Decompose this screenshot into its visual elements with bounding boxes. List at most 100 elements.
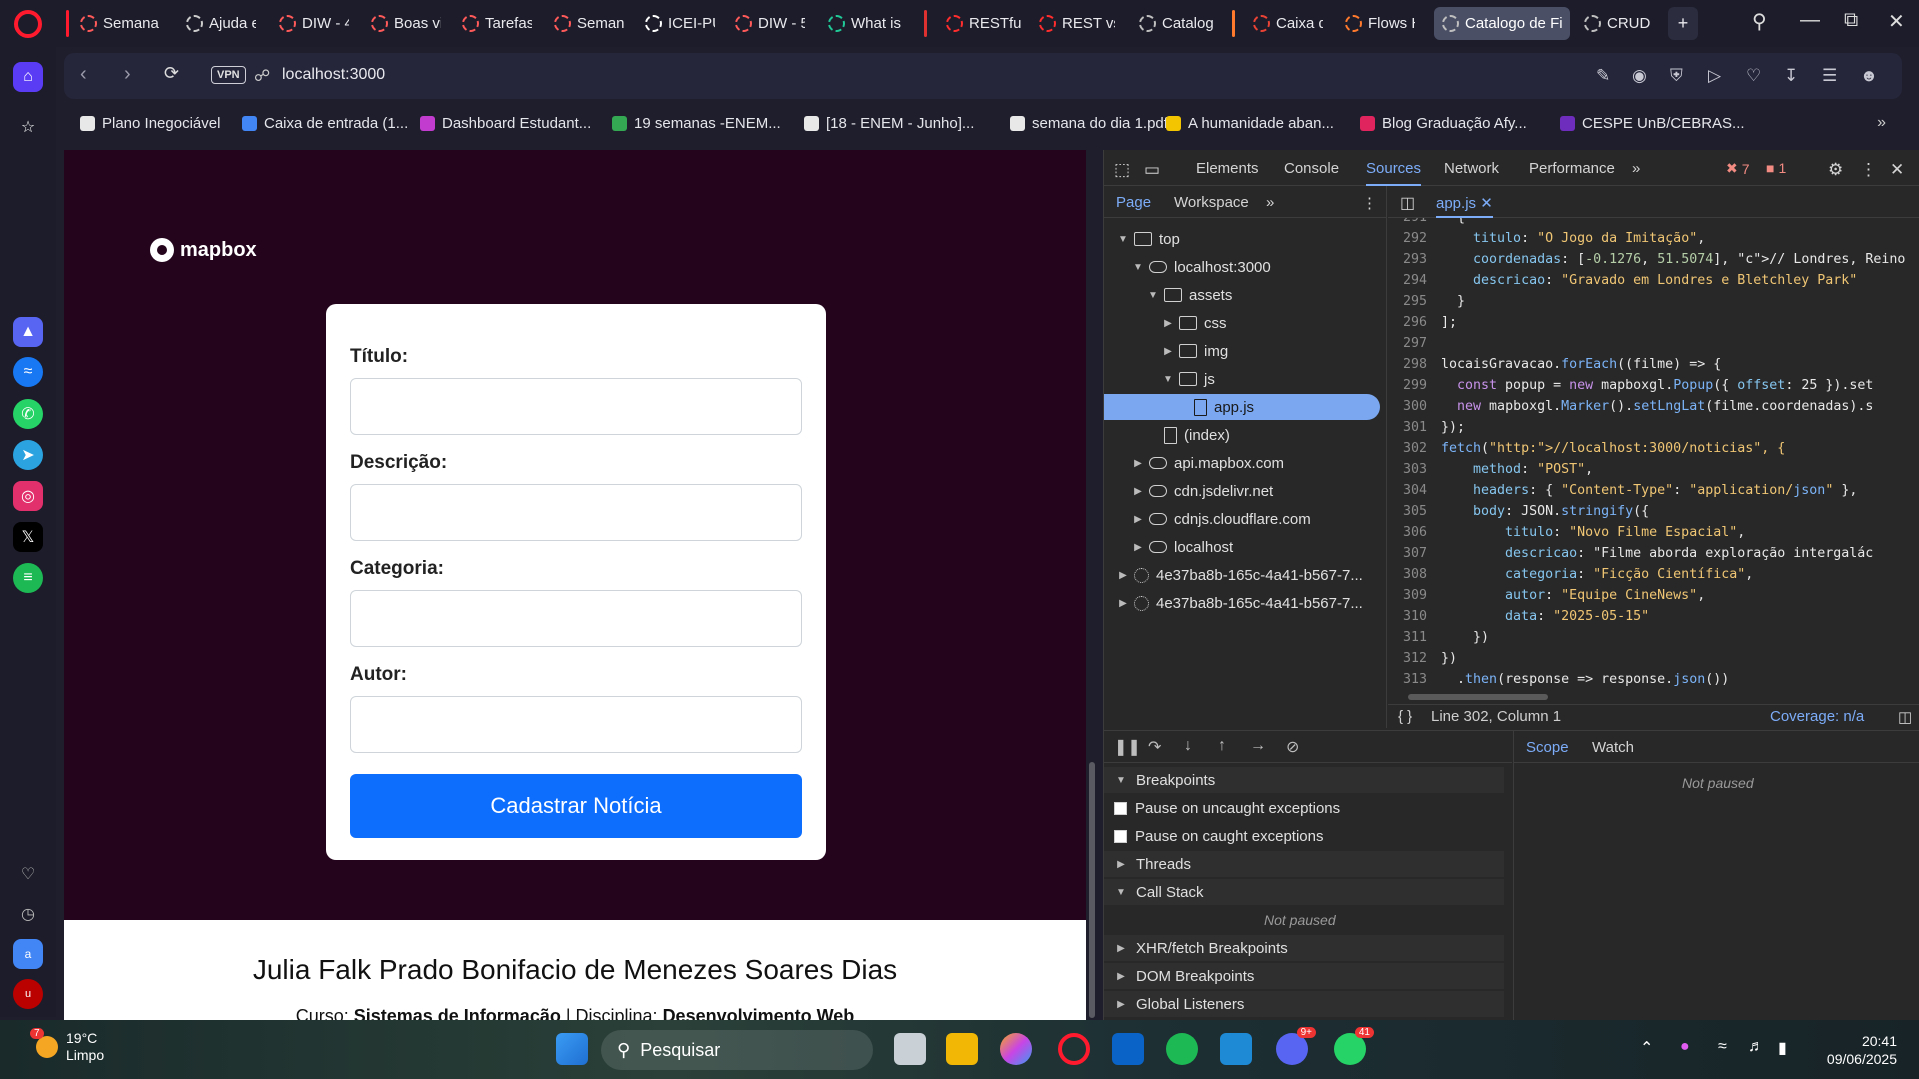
tree-item[interactable]: ▶ cdn.jsdelivr.net [1104, 478, 1385, 504]
browser-tab[interactable]: Flows H [1337, 7, 1423, 40]
clock[interactable]: 20:41 09/06/2025 [1827, 1032, 1897, 1068]
taskbar-search[interactable]: ⚲ Pesquisar [601, 1030, 873, 1070]
page-scrollbar[interactable] [1089, 762, 1095, 1018]
browser-tab[interactable]: DIW - 5. [727, 7, 813, 40]
debugger-section-header[interactable]: ▶ XHR/fetch Breakpoints [1104, 935, 1504, 961]
tab-scope[interactable]: Scope [1526, 739, 1569, 756]
search-tabs-icon[interactable]: ⚲ [1752, 9, 1767, 34]
submit-news-button[interactable]: Cadastrar Notícia [350, 774, 802, 838]
editor-tab-app-js[interactable]: app.js ✕ [1436, 194, 1493, 218]
file-explorer-icon[interactable] [946, 1033, 978, 1065]
tree-item[interactable]: ▶ css [1104, 310, 1385, 336]
browser-tab[interactable]: RESTful [938, 7, 1030, 40]
settings-icon[interactable]: ⚙ [1828, 160, 1843, 180]
debugger-section-header[interactable]: ▼ Breakpoints [1104, 767, 1504, 793]
download-icon[interactable]: ↧ [1784, 66, 1798, 86]
warning-count[interactable]: ■ 1 [1766, 160, 1786, 176]
shield-icon[interactable]: ⛨ [1670, 66, 1683, 86]
spotify-icon[interactable]: ≡ [13, 563, 43, 593]
tree-item[interactable]: ▼ top [1104, 226, 1385, 252]
checkbox[interactable] [1114, 829, 1127, 843]
snapshot-icon[interactable]: ◉ [1632, 66, 1647, 86]
tab-workspace[interactable]: Workspace [1174, 194, 1249, 211]
error-count[interactable]: ✖ 7 [1726, 160, 1750, 177]
tab-watch[interactable]: Watch [1592, 739, 1634, 756]
x-twitter-icon[interactable]: 𝕏 [13, 522, 43, 552]
pretty-print-icon[interactable]: { } [1398, 708, 1412, 725]
instagram-icon[interactable]: ◎ [13, 481, 43, 511]
deactivate-breakpoints-icon[interactable]: ⊘ [1286, 737, 1299, 757]
bookmark-item[interactable]: Blog Graduação Afy... [1360, 115, 1527, 132]
debugger-section-header[interactable]: ▶ Threads [1104, 851, 1504, 877]
home-icon[interactable]: ⌂ [13, 62, 43, 92]
microphone-icon[interactable]: ● [1680, 1038, 1690, 1056]
maximize-icon[interactable]: ⧉ [1844, 9, 1858, 32]
volume-icon[interactable]: ♬ [1748, 1038, 1764, 1056]
more-tabs-icon[interactable]: » [1632, 160, 1640, 177]
menu-icon[interactable]: ☰ [1822, 66, 1837, 86]
close-tab-icon[interactable]: ✕ [1480, 195, 1493, 212]
browser-tab[interactable]: Tarefas: [454, 7, 540, 40]
chevron-up-icon[interactable]: ⌃ [1640, 1038, 1653, 1058]
tab-page[interactable]: Page [1116, 194, 1151, 211]
tree-item[interactable]: app.js [1104, 394, 1380, 420]
ublock-icon[interactable]: u [13, 979, 43, 1009]
bookmark-item[interactable]: [18 - ENEM - Junho]... [804, 115, 974, 132]
field-input-2[interactable] [350, 590, 802, 647]
tree-item[interactable]: ▶ 4e37ba8b-165c-4a41-b567-7... [1104, 590, 1385, 616]
heart-icon[interactable]: ♡ [13, 859, 43, 889]
toggle-navigator-icon[interactable]: ◫ [1400, 193, 1415, 213]
spotify-taskbar-icon[interactable] [1166, 1033, 1198, 1065]
field-input-1[interactable] [350, 484, 802, 541]
profile-icon[interactable]: ☻ [1860, 66, 1878, 86]
back-icon[interactable]: ‹ [80, 63, 87, 86]
inspect-icon[interactable]: ⬚ [1114, 160, 1130, 180]
tree-item[interactable]: ▼ localhost:3000 [1104, 254, 1385, 280]
forward-icon[interactable]: › [124, 63, 131, 86]
edit-icon[interactable]: ✎ [1596, 66, 1610, 86]
aria-icon[interactable]: ▲ [13, 317, 43, 347]
whatsapp-icon[interactable]: ✆ [13, 399, 43, 429]
browser-tab[interactable]: Semana [72, 7, 170, 40]
step-over-icon[interactable]: ↷ [1148, 737, 1161, 757]
url-field[interactable]: localhost:3000 [282, 66, 385, 84]
field-input-0[interactable] [350, 378, 802, 435]
bookmark-item[interactable]: 19 semanas -ENEM... [612, 115, 781, 132]
tree-item[interactable]: (index) [1104, 422, 1385, 448]
devtools-tab[interactable]: Performance [1529, 160, 1615, 177]
bookmark-item[interactable]: A humanidade aban... [1166, 115, 1334, 132]
vpn-badge[interactable]: VPN [211, 66, 246, 84]
pause-icon[interactable]: ❚❚ [1114, 737, 1141, 757]
chevron-double-right-icon[interactable]: » [1877, 114, 1886, 132]
opera-taskbar-icon[interactable] [1058, 1033, 1090, 1065]
bookmark-item[interactable]: Dashboard Estudant... [420, 115, 591, 132]
history-icon[interactable]: ◷ [13, 899, 43, 929]
tree-item[interactable]: ▶ localhost [1104, 534, 1385, 560]
browser-tab[interactable]: Catalog [1131, 7, 1229, 40]
browser-tab[interactable]: DIW - 4. [271, 7, 357, 40]
devtools-tab[interactable]: Console [1284, 160, 1339, 177]
step-out-icon[interactable]: ↑ [1218, 737, 1226, 755]
browser-tab[interactable]: Semana [546, 7, 632, 40]
task-view-icon[interactable] [894, 1033, 926, 1065]
browser-tab[interactable]: ICEI-PUC [637, 7, 723, 40]
field-input-3[interactable] [350, 696, 802, 753]
opera-logo-icon[interactable] [14, 10, 42, 38]
messenger-icon[interactable]: ≈ [13, 357, 43, 387]
outlook-icon[interactable] [1112, 1033, 1144, 1065]
more-nav-tabs-icon[interactable]: » [1266, 194, 1274, 211]
close-devtools-icon[interactable]: ✕ [1890, 160, 1904, 180]
tree-item[interactable]: ▶ 4e37ba8b-165c-4a41-b567-7... [1104, 562, 1385, 588]
device-toolbar-icon[interactable]: ▭ [1144, 160, 1160, 180]
debugger-section-header[interactable]: ▼ Call Stack [1104, 879, 1504, 905]
browser-tab[interactable]: CRUD c [1576, 7, 1662, 40]
tree-item[interactable]: ▶ img [1104, 338, 1385, 364]
mapbox-logo[interactable]: mapbox [150, 238, 257, 262]
browser-tab[interactable]: REST vs [1031, 7, 1123, 40]
close-window-icon[interactable]: ✕ [1888, 9, 1905, 34]
pause-exception-option[interactable]: Pause on uncaught exceptions [1104, 795, 1504, 821]
telegram-icon[interactable]: ➤ [13, 440, 43, 470]
step-icon[interactable]: → [1250, 737, 1266, 755]
debugger-section-header[interactable]: ▶ DOM Breakpoints [1104, 963, 1504, 989]
browser-tab[interactable]: Catalogo de Fi [1434, 7, 1570, 40]
